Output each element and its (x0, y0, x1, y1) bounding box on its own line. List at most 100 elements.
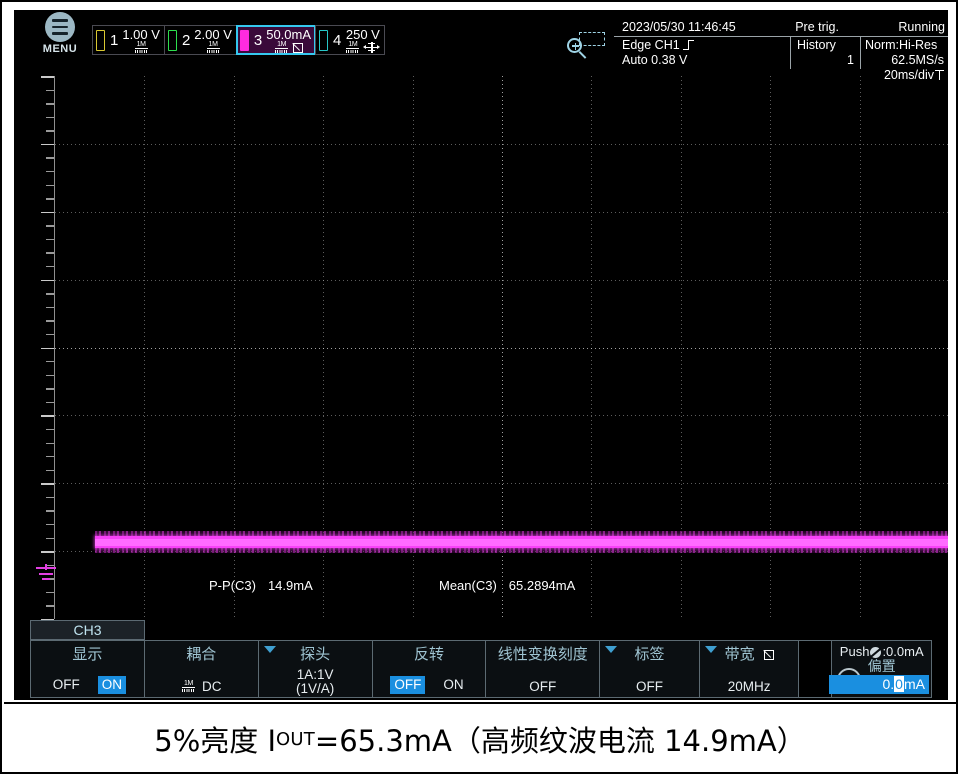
menu-item-bandwidth[interactable]: 带宽 20MHz (700, 641, 800, 697)
channel-2-number: 2 (181, 31, 191, 49)
scale-tick (41, 551, 54, 553)
chevron-down-icon (704, 646, 717, 653)
timebase-indicator: 20ms/div (881, 68, 946, 82)
status-pretrig: Pre trig. (795, 20, 839, 34)
channel-badge-1[interactable]: 1 1.00 V 1M (92, 25, 165, 55)
scale-tick (46, 537, 54, 539)
probe-ratio-line2: (1V/A) (295, 681, 335, 696)
channel-badge-3[interactable]: 3 50.0mA 1M (235, 25, 317, 55)
probe-ratio-line1: 1A:1V (296, 667, 334, 682)
channel-4-color-bar (319, 29, 329, 51)
scale-tick (41, 76, 54, 78)
measurement-pp: P-P(C3) 14.9mA (209, 578, 313, 594)
offset-value-suffix: mA (903, 676, 925, 692)
status-datetime: 2023/05/30 11:46:45 (622, 20, 736, 34)
channel-3-number: 3 (253, 31, 263, 49)
waveform-graticule[interactable] (54, 76, 948, 619)
grid-hline (55, 143, 948, 145)
menu-item-display-label: 显示 (72, 646, 103, 663)
coupling-value: DC (202, 679, 222, 694)
menu-item-invert[interactable]: 反转 OFF ON (373, 641, 487, 697)
menu-button[interactable]: MENU (36, 12, 84, 58)
channel-3-color-bar (239, 29, 249, 51)
knob-offset-value[interactable]: 0.0mA (828, 675, 929, 694)
scale-tick (41, 279, 54, 282)
scale-tick (46, 442, 54, 444)
channel-tab-ch3[interactable]: CH3 (30, 620, 145, 640)
scale-tick (46, 157, 54, 159)
bottom-menu-bar: 显示 OFF ON 耦合 1M DC 探头 1A:1V (1V/A) 反转 OF… (30, 640, 932, 698)
channel-badge-2[interactable]: 2 2.00 V 1M (163, 25, 237, 55)
trigger-mode: Auto 0.38 V (622, 53, 688, 67)
acquisition-info[interactable]: Norm:Hi-Res 62.5MS/s (860, 37, 948, 69)
scale-tick (46, 225, 54, 227)
scale-tick (46, 361, 54, 363)
menu-item-linear-scale[interactable]: 线性变换刻度 OFF (486, 641, 601, 697)
timebase-value: 20ms/div (883, 68, 934, 82)
display-option-off[interactable]: OFF (49, 676, 84, 694)
grid-hline (55, 347, 948, 349)
knob-push-icon (870, 647, 882, 658)
menu-item-display[interactable]: 显示 OFF ON (31, 641, 145, 697)
menu-item-invert-label: 反转 (413, 646, 444, 663)
menu-item-label[interactable]: 标签 OFF (600, 641, 700, 697)
display-option-on[interactable]: ON (97, 676, 127, 694)
measurement-pp-label: P-P(C3) (209, 578, 256, 593)
scale-tick (46, 456, 54, 458)
grid-hline (55, 279, 948, 281)
1m-impedance-icon: 1M (181, 680, 196, 692)
scale-tick (46, 388, 54, 390)
menu-item-coupling[interactable]: 耦合 1M DC (145, 641, 259, 697)
channel-1-scale: 1.00 V (122, 26, 160, 42)
scale-tick (46, 252, 54, 254)
knob-push-label: Push (839, 644, 870, 659)
scale-tick (46, 184, 54, 186)
chevron-down-icon (605, 646, 618, 653)
top-toolbar: MENU 1 1.00 V 1M 2 2.00 V 1M 3 50.0mA 1M… (14, 10, 948, 69)
sample-rate: 62.5MS/s (891, 53, 944, 67)
trigger-source: Edge CH1 (622, 38, 680, 52)
scale-tick (46, 116, 54, 119)
scale-tick (41, 211, 54, 214)
invert-option-on[interactable]: ON (439, 676, 467, 694)
scale-tick (46, 293, 54, 295)
caption-pre: 5%亮度 I (154, 724, 277, 758)
measurement-pp-value: 14.9mA (267, 578, 313, 593)
vertical-scale-ticks (38, 76, 54, 621)
measurement-readouts: P-P(C3) 14.9mA Mean(C3) 65.2894mA (54, 578, 948, 596)
scale-tick (41, 347, 54, 350)
measurement-mean: Mean(C3) 65.2894mA (439, 578, 575, 594)
bandwidth-text: 带宽 (724, 646, 755, 663)
history-value: 1 (847, 53, 854, 67)
history-info[interactable]: History 1 (790, 37, 860, 69)
scale-tick (46, 306, 54, 309)
chevron-down-icon (263, 646, 276, 653)
scale-tick (46, 238, 54, 241)
waveform-highlight (95, 538, 948, 546)
zoom-magnifier-icon[interactable] (565, 32, 613, 59)
acq-mode: Norm:Hi-Res (865, 38, 938, 52)
trigger-info[interactable]: Edge CH1 Auto 0.38 V (614, 37, 790, 69)
scale-tick (46, 591, 54, 594)
figure-caption: 5%亮度 I OUT =65.3mA（高频纹波电流 14.9mA） (4, 702, 956, 774)
channel-badge-4[interactable]: 4 250 V 1M (315, 25, 386, 55)
status-panel: 2023/05/30 11:46:45 Pre trig. Running Ed… (614, 20, 948, 69)
caption-post: =65.3mA（高频纹波电流 14.9mA） (314, 724, 806, 758)
figure-frame: MENU 1 1.00 V 1M 2 2.00 V 1M 3 50.0mA 1M… (0, 0, 958, 774)
scale-tick (46, 374, 54, 377)
invert-option-off[interactable]: OFF (390, 676, 426, 694)
menu-item-probe[interactable]: 探头 1A:1V (1V/A) (259, 641, 373, 697)
scale-tick (46, 103, 54, 105)
scale-tick (46, 130, 54, 132)
linear-scale-value: OFF (529, 679, 557, 694)
scale-tick (46, 469, 54, 472)
knob-spacer (799, 641, 832, 697)
oscilloscope-screen: MENU 1 1.00 V 1M 2 2.00 V 1M 3 50.0mA 1M… (14, 10, 948, 700)
1m-impedance-icon: 1M (345, 41, 360, 53)
channel-2-color-bar (167, 29, 177, 51)
scale-tick (41, 483, 54, 485)
multipurpose-knob-panel[interactable]: Push:0.0mA 偏置 0.0mA (799, 641, 931, 697)
scale-tick (46, 523, 54, 526)
knob-push-value: :0.0mA (882, 644, 924, 659)
hamburger-icon (45, 12, 75, 42)
